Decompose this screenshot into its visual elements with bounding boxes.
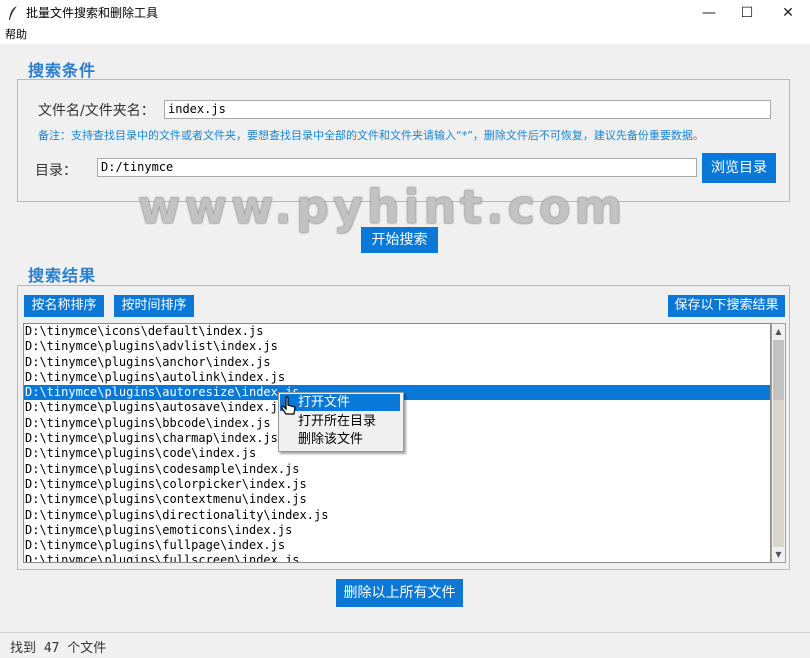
list-item[interactable]: D:\tinymce\plugins\autolink\index.js — [24, 370, 770, 385]
list-item[interactable]: D:\tinymce\plugins\fullpage\index.js — [24, 538, 770, 553]
directory-input[interactable]: D:/tinymce — [97, 158, 697, 177]
open-file-menu-item[interactable]: 打开文件 — [280, 394, 400, 411]
list-item[interactable]: D:\tinymce\icons\default\index.js — [24, 324, 770, 339]
sort-by-time-button[interactable]: 按时间排序 — [114, 295, 194, 317]
scroll-thumb[interactable] — [773, 340, 784, 400]
browse-directory-button[interactable]: 浏览目录 — [702, 153, 776, 183]
list-item[interactable]: D:\tinymce\plugins\directionality\index.… — [24, 508, 770, 523]
feather-icon — [9, 6, 17, 20]
menu-bar: 帮助 — [0, 26, 810, 44]
title-bar: 批量文件搜索和删除工具 — ☐ ✕ — [0, 0, 810, 26]
status-text: 找到 47 个文件 — [10, 641, 107, 656]
status-bar: 找到 47 个文件 — [0, 632, 810, 658]
list-item[interactable]: D:\tinymce\plugins\advlist\index.js — [24, 339, 770, 354]
list-item[interactable]: D:\tinymce\plugins\emoticons\index.js — [24, 523, 770, 538]
delete-all-button[interactable]: 删除以上所有文件 — [336, 579, 463, 607]
window-title: 批量文件搜索和删除工具 — [26, 6, 159, 20]
scroll-track[interactable] — [773, 400, 784, 547]
delete-file-menu-item[interactable]: 删除该文件 — [280, 431, 400, 448]
sort-by-name-button[interactable]: 按名称排序 — [24, 295, 104, 317]
pointer-cursor-icon — [281, 396, 296, 415]
watermark: www.pyhint.com — [138, 180, 627, 234]
note-text: 备注：支持查找目录中的文件或者文件夹，要想查找目录中全部的文件和文件夹请输入“*… — [38, 129, 704, 142]
filename-input[interactable]: index.js — [164, 100, 771, 119]
scrollbar[interactable]: ▲ ▼ — [771, 323, 786, 563]
results-section-title: 搜索结果 — [28, 266, 97, 285]
close-button[interactable]: ✕ — [765, 0, 810, 26]
list-item[interactable]: D:\tinymce\plugins\contextmenu\index.js — [24, 492, 770, 507]
open-folder-menu-item[interactable]: 打开所在目录 — [280, 413, 400, 430]
scroll-down-arrow-icon[interactable]: ▼ — [773, 548, 784, 561]
list-item[interactable]: D:\tinymce\plugins\anchor\index.js — [24, 355, 770, 370]
scroll-up-arrow-icon[interactable]: ▲ — [773, 325, 784, 338]
list-item[interactable]: D:\tinymce\plugins\fullscreen\index.js — [24, 553, 770, 562]
menu-help[interactable]: 帮助 — [5, 28, 27, 42]
search-section-title: 搜索条件 — [28, 61, 97, 80]
save-results-button[interactable]: 保存以下搜索结果 — [668, 295, 785, 317]
list-item[interactable]: D:\tinymce\plugins\codesample\index.js — [24, 462, 770, 477]
maximize-button[interactable]: ☐ — [724, 0, 770, 26]
filename-label: 文件名/文件夹名： — [38, 103, 155, 119]
list-item[interactable]: D:\tinymce\plugins\colorpicker\index.js — [24, 477, 770, 492]
directory-label: 目录： — [35, 163, 77, 179]
